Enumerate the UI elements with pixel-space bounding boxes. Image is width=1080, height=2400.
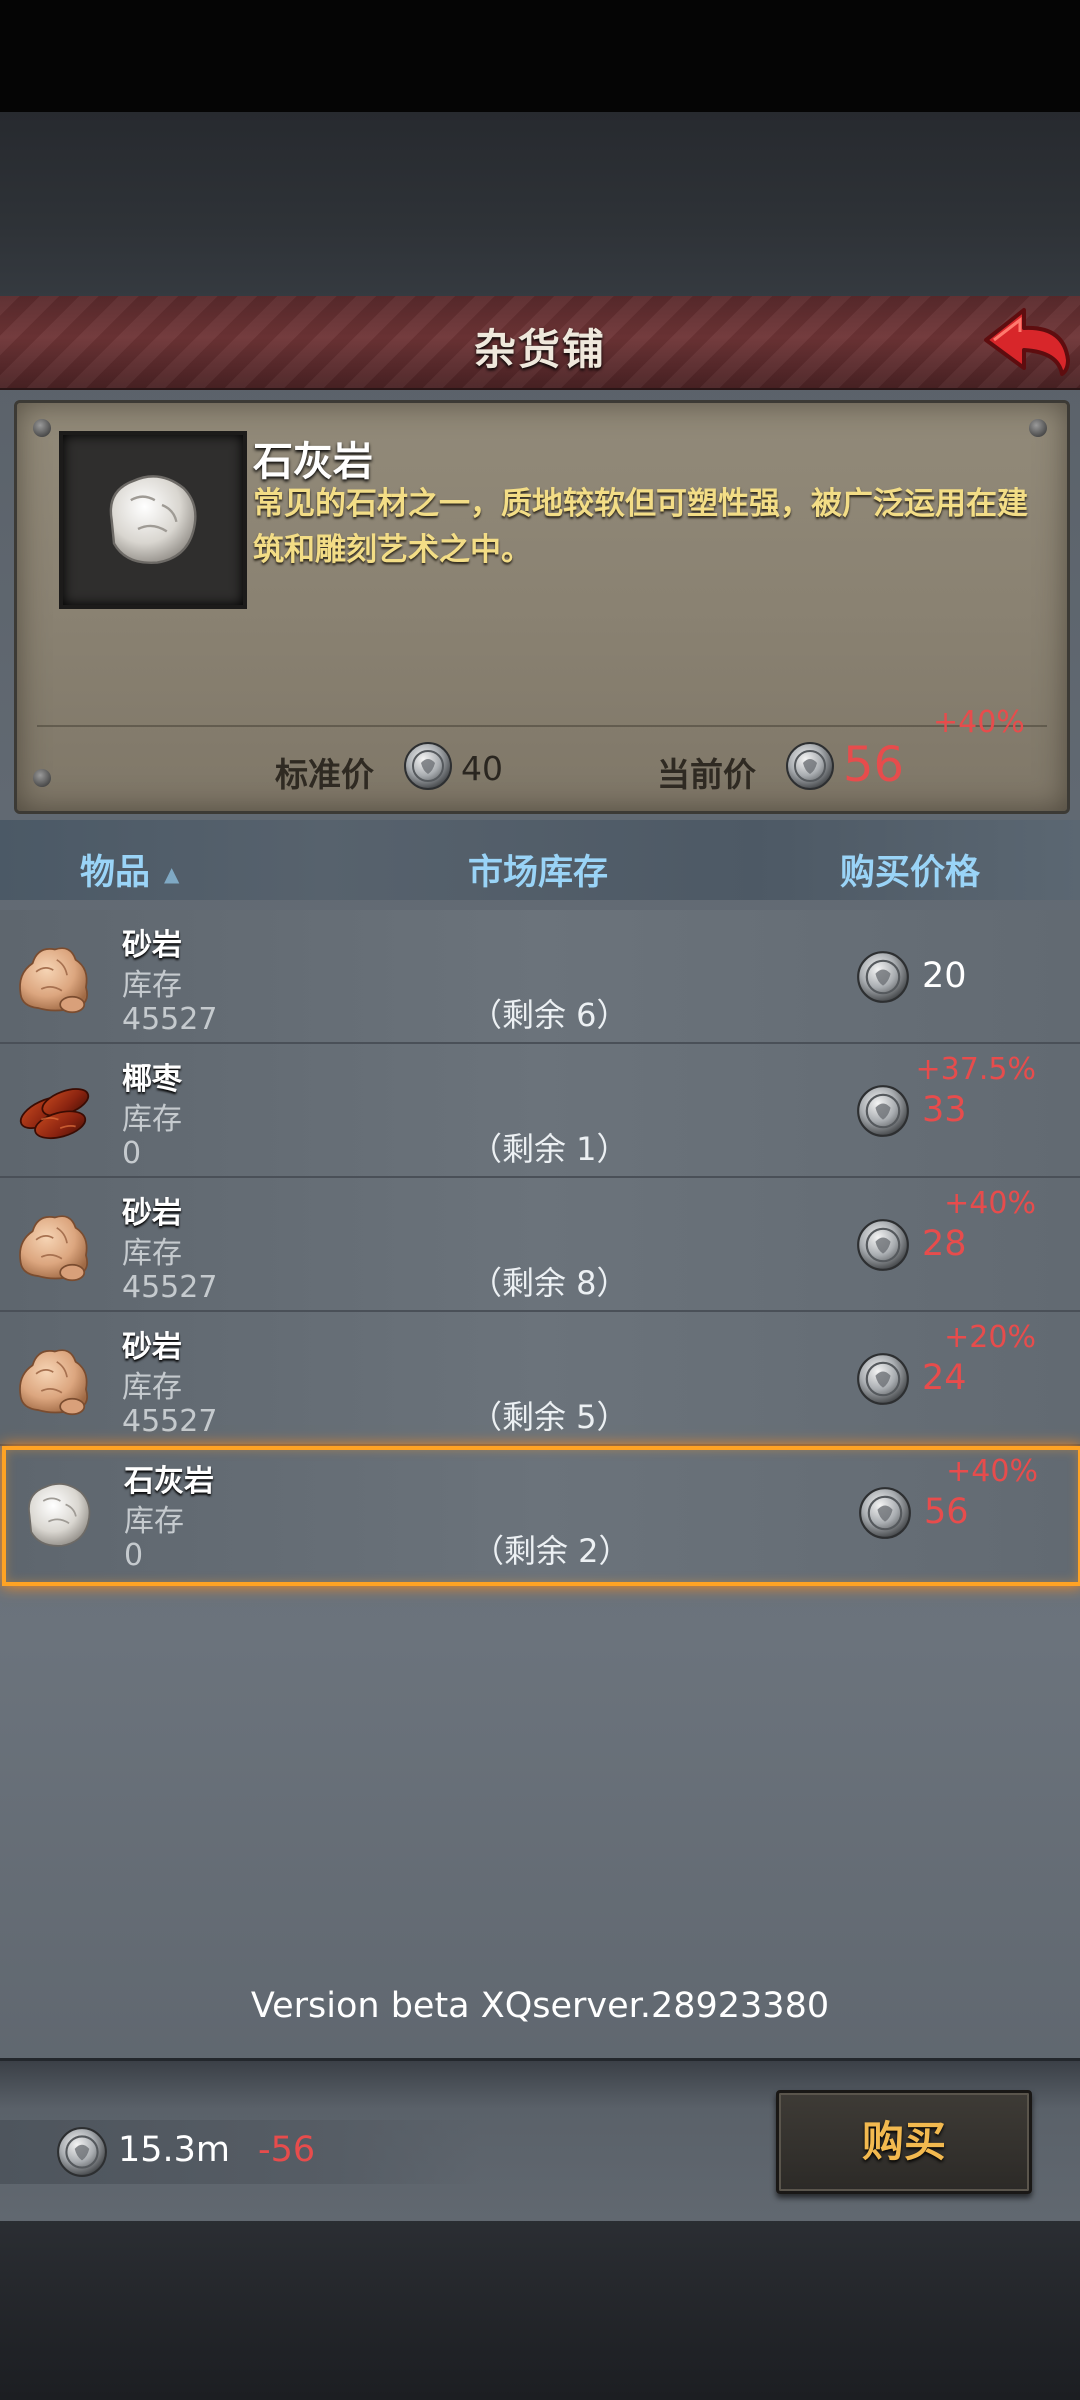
column-header-buy-price[interactable]: 购买价格 (840, 844, 980, 895)
list-item[interactable]: 椰枣 库存 0 （剩余 1） +37.5% 33 (0, 1044, 1080, 1178)
item-description: 常见的石材之一，质地较软但可塑性强，被广泛运用在建筑和雕刻艺术之中。 (253, 486, 1028, 568)
back-button[interactable] (978, 302, 1074, 382)
stock-quantity: 0 (124, 1538, 144, 1573)
nail-icon (33, 769, 51, 787)
stock-label: 库存 (122, 1370, 182, 1405)
standard-price-value: 40 (461, 749, 503, 788)
list-item[interactable]: 砂岩 库存 45527 （剩余 5） +20% 24 (0, 1312, 1080, 1446)
sort-ascending-icon: ▲ (164, 862, 180, 886)
list-item[interactable]: 砂岩 库存 45527 （剩余 6） 20 (0, 910, 1080, 1044)
background-top (0, 112, 1080, 298)
limestone-icon (14, 1470, 100, 1556)
stock-label: 库存 (124, 1504, 184, 1539)
column-header-item-label: 物品 (80, 853, 151, 893)
background-bottom (0, 2218, 1080, 2400)
silver-coin-icon (856, 1084, 910, 1138)
shop-title: 杂货铺 (473, 325, 606, 374)
limestone-icon (85, 457, 215, 577)
nail-icon (1029, 419, 1047, 437)
silver-coin-icon (858, 1486, 912, 1540)
buy-price: 33 (922, 1090, 967, 1130)
silver-coin-icon (403, 741, 453, 791)
silver-coin-icon (856, 1352, 910, 1406)
status-bar (0, 0, 1080, 112)
stock-quantity: 0 (122, 1136, 142, 1171)
divider (37, 725, 1047, 727)
sandstone-icon (12, 1336, 98, 1422)
price-markup: +37.5% (915, 1052, 1036, 1087)
current-price-label: 当前价 (657, 755, 756, 794)
buy-price: 56 (924, 1492, 969, 1532)
column-header-market-stock[interactable]: 市场库存 (468, 844, 608, 895)
stock-label: 库存 (122, 1102, 182, 1137)
wallet-delta: -56 (258, 2130, 316, 2170)
dates-icon (12, 1068, 98, 1154)
market-remaining: （剩余 6） (470, 996, 629, 1034)
sandstone-icon (12, 934, 98, 1020)
standard-price-label: 标准价 (275, 755, 374, 794)
silver-coin-icon (785, 741, 835, 791)
wallet-balance: 15.3m (118, 2130, 231, 2170)
stock-label: 库存 (122, 968, 182, 1003)
silver-coin-icon (856, 950, 910, 1004)
list-item-selected[interactable]: 石灰岩 库存 0 （剩余 2） +40% 56 (2, 1446, 1080, 1586)
item-detail-card: 石灰岩 常见的石材之一，质地较软但可塑性强，被广泛运用在建筑和雕刻艺术之中。 标… (14, 400, 1070, 814)
item-name: 石灰岩 (124, 1464, 214, 1499)
market-remaining: （剩余 1） (470, 1130, 629, 1168)
price-markup: +40% (944, 1186, 1036, 1221)
market-remaining: （剩余 2） (472, 1532, 631, 1570)
item-name: 砂岩 (122, 928, 182, 963)
buy-button[interactable]: 购买 (776, 2090, 1032, 2194)
item-name: 椰枣 (122, 1062, 182, 1097)
item-image-frame (59, 431, 247, 609)
buy-price: 28 (922, 1224, 967, 1264)
price-markup: +40% (933, 705, 1025, 740)
current-price-value: 56 (843, 737, 905, 793)
back-arrow-icon (984, 308, 1070, 376)
column-header-item[interactable]: 物品 ▲ (80, 844, 179, 895)
price-markup: +40% (946, 1454, 1038, 1489)
version-text: Version beta XQserver.28923380 (250, 1986, 830, 2026)
stock-quantity: 45527 (122, 1002, 218, 1037)
market-remaining: （剩余 8） (470, 1264, 629, 1302)
item-name: 砂岩 (122, 1196, 182, 1231)
buy-price: 20 (922, 956, 967, 996)
nail-icon (33, 419, 51, 437)
buy-price: 24 (922, 1358, 967, 1398)
market-remaining: （剩余 5） (470, 1398, 629, 1436)
item-detail-name: 石灰岩 (253, 439, 373, 485)
silver-coin-icon (856, 1218, 910, 1272)
price-markup: +20% (944, 1320, 1036, 1355)
item-name: 砂岩 (122, 1330, 182, 1365)
stock-quantity: 45527 (122, 1404, 218, 1439)
stock-label: 库存 (122, 1236, 182, 1271)
list-item[interactable]: 砂岩 库存 45527 （剩余 8） +40% 28 (0, 1178, 1080, 1312)
silver-coin-icon (56, 2126, 108, 2178)
title-bar: 杂货铺 (0, 296, 1080, 390)
stock-quantity: 45527 (122, 1270, 218, 1305)
sandstone-icon (12, 1202, 98, 1288)
